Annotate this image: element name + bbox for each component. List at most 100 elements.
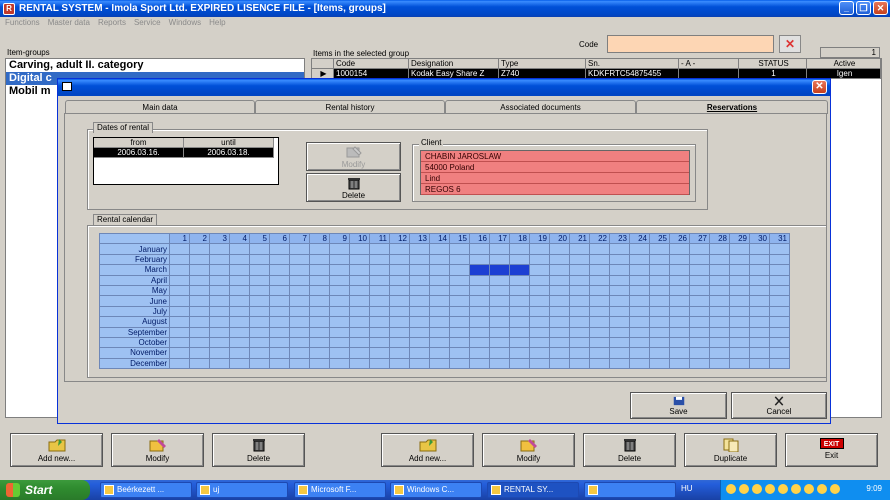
calendar-day-cell[interactable] [409,316,430,328]
calendar-day-cell[interactable] [309,357,330,370]
calendar-day-cell[interactable] [509,284,530,297]
calendar-day-cell[interactable] [549,326,570,338]
calendar-day-cell[interactable] [749,243,770,255]
calendar-day-cell[interactable] [689,336,710,349]
calendar-day-cell[interactable] [629,336,650,349]
calendar-day-cell[interactable] [509,274,530,286]
calendar-day-cell[interactable] [489,357,510,370]
calendar-day-cell[interactable] [389,316,410,328]
calendar-day-cell[interactable] [469,284,490,297]
calendar-day-cell[interactable] [409,243,430,255]
calendar-day-cell[interactable] [649,305,670,318]
calendar-day-cell[interactable] [389,274,410,286]
calendar-day-cell[interactable] [329,274,350,286]
menu-master-data[interactable]: Master data [48,17,90,29]
calendar-day-cell[interactable] [589,243,610,255]
calendar-day-cell[interactable] [289,336,310,349]
calendar-day-cell[interactable] [609,284,630,297]
calendar-day-cell[interactable] [189,305,210,318]
calendar-day-cell[interactable] [549,295,570,307]
calendar-day-cell[interactable] [669,284,690,297]
calendar-day-cell[interactable] [309,305,330,318]
calendar-day-cell[interactable] [169,336,190,349]
calendar-day-cell[interactable] [709,357,730,370]
calendar-day-cell[interactable] [489,336,510,349]
calendar-day-cell[interactable] [349,316,370,328]
calendar-day-cell[interactable] [269,316,290,328]
calendar-day-cell[interactable] [489,274,510,286]
calendar-day-cell[interactable] [269,284,290,297]
calendar-day-cell[interactable] [389,336,410,349]
calendar-day-cell[interactable] [649,264,670,276]
calendar-day-cell[interactable] [569,357,590,370]
calendar-day-cell[interactable] [369,264,390,276]
calendar-day-cell[interactable] [689,253,710,266]
calendar-day-cell[interactable] [309,243,330,255]
tray-icon[interactable] [726,484,736,494]
calendar-day-cell[interactable] [469,316,490,328]
menu-service[interactable]: Service [134,17,161,29]
calendar-day-cell[interactable] [349,274,370,286]
calendar-day-cell[interactable] [629,274,650,286]
taskbar-item[interactable]: Beérkezett ... [100,482,192,498]
calendar-day-cell[interactable] [169,316,190,328]
calendar-day-cell[interactable] [769,295,790,307]
calendar-day-cell[interactable] [709,316,730,328]
calendar-day-cell[interactable] [429,316,450,328]
calendar-day-cell[interactable] [509,316,530,328]
calendar-day-cell[interactable] [409,264,430,276]
calendar-day-cell[interactable] [249,253,270,266]
taskbar-item[interactable] [584,482,676,498]
calendar-day-cell[interactable] [429,357,450,370]
calendar-day-cell[interactable] [229,305,250,318]
calendar-day-cell[interactable] [289,295,310,307]
reservation-modify-button[interactable]: Modify [306,142,401,171]
calendar-day-cell[interactable] [769,316,790,328]
calendar-day-cell[interactable] [769,305,790,318]
calendar-day-cell[interactable] [209,316,230,328]
calendar-day-cell[interactable] [429,305,450,318]
calendar-day-cell[interactable] [529,357,550,370]
calendar-day-cell[interactable] [209,357,230,370]
calendar-day-cell[interactable] [409,305,430,318]
calendar-day-cell[interactable] [489,243,510,255]
calendar-day-cell[interactable] [289,274,310,286]
calendar-day-cell[interactable] [449,284,470,297]
calendar-day-cell[interactable] [569,305,590,318]
calendar-day-cell[interactable] [569,243,590,255]
calendar-day-cell[interactable] [449,243,470,255]
modify-group-button[interactable]: Modify [111,433,204,467]
calendar-day-cell[interactable] [749,305,770,318]
calendar-day-cell[interactable] [529,274,550,286]
grid-header-cell[interactable]: - A - [679,59,739,69]
calendar-day-cell[interactable] [389,264,410,276]
language-indicator[interactable]: HU [681,484,693,493]
calendar-day-cell[interactable] [209,326,230,338]
calendar-day-cell[interactable] [649,316,670,328]
calendar-day-cell[interactable] [709,336,730,349]
taskbar-item[interactable]: Microsoft F... [294,482,386,498]
calendar-day-cell[interactable] [589,347,610,359]
calendar-day-cell[interactable] [169,326,190,338]
calendar-day-cell[interactable] [549,264,570,276]
grid-header-cell[interactable]: Sn. [586,59,679,69]
calendar-day-cell[interactable] [749,347,770,359]
calendar-day-cell[interactable] [269,305,290,318]
calendar-day-cell[interactable] [269,253,290,266]
calendar-reserved-cell[interactable] [489,264,510,276]
calendar-day-cell[interactable] [269,336,290,349]
calendar-day-cell[interactable] [169,264,190,276]
calendar-day-cell[interactable] [569,253,590,266]
calendar-day-cell[interactable] [269,357,290,370]
calendar-day-cell[interactable] [329,347,350,359]
calendar-day-cell[interactable] [289,253,310,266]
calendar-day-cell[interactable] [729,264,750,276]
calendar-day-cell[interactable] [549,357,570,370]
calendar-day-cell[interactable] [569,336,590,349]
calendar-day-cell[interactable] [389,357,410,370]
calendar-day-cell[interactable] [729,316,750,328]
dialog-close-button[interactable]: ✕ [812,80,827,94]
calendar-day-cell[interactable] [389,305,410,318]
calendar-day-cell[interactable] [649,295,670,307]
calendar-day-cell[interactable] [329,243,350,255]
